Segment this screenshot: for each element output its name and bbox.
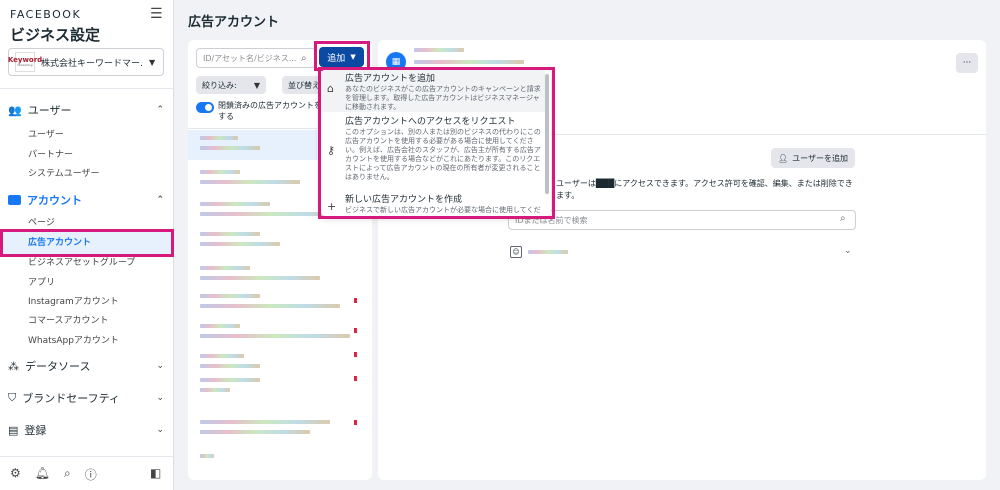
id-search-input[interactable]: IDまたは名前で検索 — [508, 210, 856, 230]
list-item[interactable] — [188, 320, 372, 350]
list-item[interactable] — [188, 262, 372, 292]
list-item[interactable] — [188, 450, 372, 480]
datasource-icon: ⁂ — [8, 359, 19, 373]
annotation-highlight-sidebar — [0, 229, 174, 257]
page-title: ビジネス設定 — [10, 26, 101, 44]
caret-down-icon: ▼ — [253, 80, 260, 90]
sidebar-footer: ⚙ 🔔︎ ⌕ ⓘ ◧ — [10, 466, 161, 483]
asset-search-input[interactable]: ID/アセット名/ビジネス... — [196, 48, 316, 68]
sidebar-item-commerce-accounts[interactable]: コマースアカウント — [28, 314, 109, 328]
sidebar-item-business-asset-groups[interactable]: ビジネスアセットグループ — [28, 256, 135, 270]
divider — [0, 456, 174, 457]
bell-icon[interactable]: 🔔︎ — [35, 466, 50, 483]
sidebar-section-register[interactable]: ▤ 登録 ⌄ — [8, 420, 164, 440]
account-icon — [8, 195, 21, 205]
sidebar-section-accounts[interactable]: アカウント ⌃ — [8, 190, 164, 210]
sidebar-section-users[interactable]: 👥 ユーザー ⌃ — [8, 100, 164, 120]
hamburger-menu-icon[interactable]: ☰ — [150, 6, 163, 22]
chevron-down-icon: ⌄ — [156, 361, 164, 371]
chevron-down-icon[interactable]: ⌄ — [844, 246, 852, 256]
business-selector[interactable]: Keyword Marketing 株式会社キーワードマー... ▼ — [8, 48, 164, 76]
list-item[interactable] — [188, 228, 372, 258]
search-icon: ⌕ — [840, 213, 846, 224]
list-item[interactable] — [188, 416, 372, 446]
sidebar-item-pages[interactable]: ページ — [28, 216, 55, 230]
show-closed-toggle[interactable] — [196, 102, 214, 113]
chevron-down-icon: ⌄ — [156, 393, 164, 403]
chevron-up-icon: ⌃ — [156, 105, 164, 115]
chevron-down-icon: ⌄ — [156, 425, 164, 435]
sidebar-item-partners[interactable]: パートナー — [28, 148, 73, 162]
main-title: 広告アカウント — [188, 15, 280, 30]
brand-logo: FACEBOOK — [10, 8, 82, 21]
shield-icon: ⛉ — [8, 391, 17, 404]
search-icon[interactable]: ⌕ — [64, 466, 71, 483]
panel-toggle-icon[interactable]: ◧ — [150, 466, 161, 480]
sidebar-item-whatsapp-accounts[interactable]: WhatsAppアカウント — [28, 334, 119, 348]
business-name: 株式会社キーワードマー... — [41, 58, 143, 69]
more-options-button[interactable]: ··· — [956, 53, 978, 73]
list-item[interactable] — [188, 290, 372, 320]
chevron-up-icon: ⌃ — [156, 195, 164, 205]
users-icon: 👥 — [8, 103, 22, 117]
access-description: ユーザーは███にアクセスできます。アクセス許可を確認、編集、または削除できます… — [556, 179, 853, 200]
sidebar-item-apps[interactable]: アプリ — [28, 276, 55, 290]
business-logo: Keyword Marketing — [8, 52, 42, 72]
search-icon: ⌕ — [301, 53, 307, 64]
annotation-highlight-dropdown — [318, 67, 555, 219]
help-icon[interactable]: ⓘ — [85, 466, 97, 483]
gear-icon[interactable]: ⚙ — [10, 466, 21, 483]
add-user-button[interactable]: 👤︎ ユーザーを追加 — [771, 148, 855, 168]
divider — [0, 88, 174, 89]
caret-down-icon: ▼ — [149, 57, 156, 67]
register-icon: ▤ — [8, 423, 19, 437]
sidebar-section-brand-safety[interactable]: ⛉ ブランドセーフティ ⌄ — [8, 388, 164, 408]
sidebar-item-system-users[interactable]: システムユーザー — [28, 167, 100, 181]
person-icon: ☺ — [510, 246, 522, 258]
sidebar-item-users[interactable]: ユーザー — [28, 128, 64, 142]
filter-button[interactable]: 絞り込み: ▼ — [196, 76, 266, 94]
sidebar-item-instagram-accounts[interactable]: Instagramアカウント — [28, 295, 119, 309]
sort-button[interactable]: 並び替え — [282, 76, 322, 94]
sidebar-section-data-sources[interactable]: ⁂ データソース ⌄ — [8, 356, 164, 376]
list-item[interactable] — [188, 374, 372, 404]
add-user-icon: 👤︎ — [778, 153, 789, 163]
